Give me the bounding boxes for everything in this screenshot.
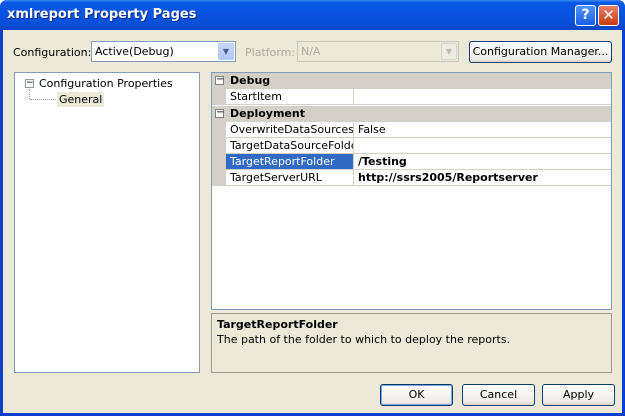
tree-connector [30, 99, 56, 100]
property-value[interactable] [355, 138, 611, 153]
window-title: xmlreport Property Pages [7, 7, 197, 22]
description-panel: TargetReportFolder The path of the folde… [211, 313, 612, 373]
apply-button[interactable]: Apply [542, 384, 615, 406]
description-title: TargetReportFolder [217, 318, 338, 331]
collapse-icon[interactable]: − [215, 75, 224, 85]
property-row-targetserverurl[interactable]: TargetServerURL http://ssrs2005/Reportse… [212, 170, 611, 186]
help-button[interactable]: ? [575, 5, 596, 26]
category-label: Deployment [230, 107, 305, 120]
cancel-button[interactable]: Cancel [462, 384, 535, 406]
property-row-targetdatasourcefolder[interactable]: TargetDataSourceFolder [212, 138, 611, 154]
description-text: The path of the folder to which to deplo… [217, 333, 511, 346]
collapse-icon[interactable]: − [25, 79, 34, 88]
property-grid[interactable]: − Debug StartItem − Deployment Overwrite… [211, 72, 612, 310]
property-row-startitem[interactable]: StartItem [212, 89, 611, 105]
question-icon: ? [581, 7, 590, 23]
platform-value: N/A [301, 45, 321, 58]
property-row-overwritedatasources[interactable]: OverwriteDataSources False [212, 122, 611, 138]
configuration-value: Active(Debug) [95, 45, 174, 58]
property-tree[interactable]: − Configuration Properties General [14, 72, 200, 373]
property-name[interactable]: StartItem [226, 89, 354, 104]
configuration-label: Configuration: [13, 46, 92, 59]
ok-button[interactable]: OK [380, 384, 453, 406]
close-button[interactable]: ✕ [598, 5, 619, 26]
dialog-window: xmlreport Property Pages ? ✕ Configurati… [0, 0, 625, 416]
property-name[interactable]: TargetDataSourceFolder [226, 138, 354, 153]
title-bar[interactable]: xmlreport Property Pages ? ✕ [0, 0, 625, 30]
row-gutter [212, 154, 226, 170]
property-name[interactable]: OverwriteDataSources [226, 122, 354, 137]
row-gutter [212, 89, 226, 105]
row-gutter [212, 170, 226, 186]
platform-dropdown[interactable]: N/A ▼ [297, 41, 459, 62]
chevron-down-icon[interactable]: ▼ [441, 43, 457, 60]
property-row-targetreportfolder[interactable]: TargetReportFolder /Testing [212, 154, 611, 170]
chevron-down-icon[interactable]: ▼ [218, 43, 234, 60]
property-name[interactable]: TargetServerURL [226, 170, 354, 185]
property-name[interactable]: TargetReportFolder [226, 154, 354, 169]
category-label: Debug [230, 74, 271, 87]
property-value[interactable]: False [355, 122, 611, 137]
tree-item-configuration-properties[interactable]: Configuration Properties [39, 77, 173, 90]
configuration-manager-button[interactable]: Configuration Manager... [469, 41, 612, 63]
collapse-icon[interactable]: − [215, 108, 224, 118]
row-gutter [212, 138, 226, 154]
category-deployment[interactable]: − Deployment [212, 106, 611, 122]
category-debug[interactable]: − Debug [212, 73, 611, 89]
property-value[interactable] [355, 89, 611, 104]
close-icon: ✕ [602, 6, 615, 24]
property-value[interactable]: http://ssrs2005/Reportserver [355, 170, 611, 185]
tree-item-general[interactable]: General [57, 92, 105, 107]
tree-connector [29, 89, 30, 99]
platform-label: Platform: [245, 46, 296, 59]
row-gutter [212, 122, 226, 138]
property-value[interactable]: /Testing [355, 154, 611, 169]
configuration-dropdown[interactable]: Active(Debug) ▼ [91, 41, 236, 62]
dialog-client-area: Configuration: Active(Debug) ▼ Platform:… [3, 30, 622, 413]
